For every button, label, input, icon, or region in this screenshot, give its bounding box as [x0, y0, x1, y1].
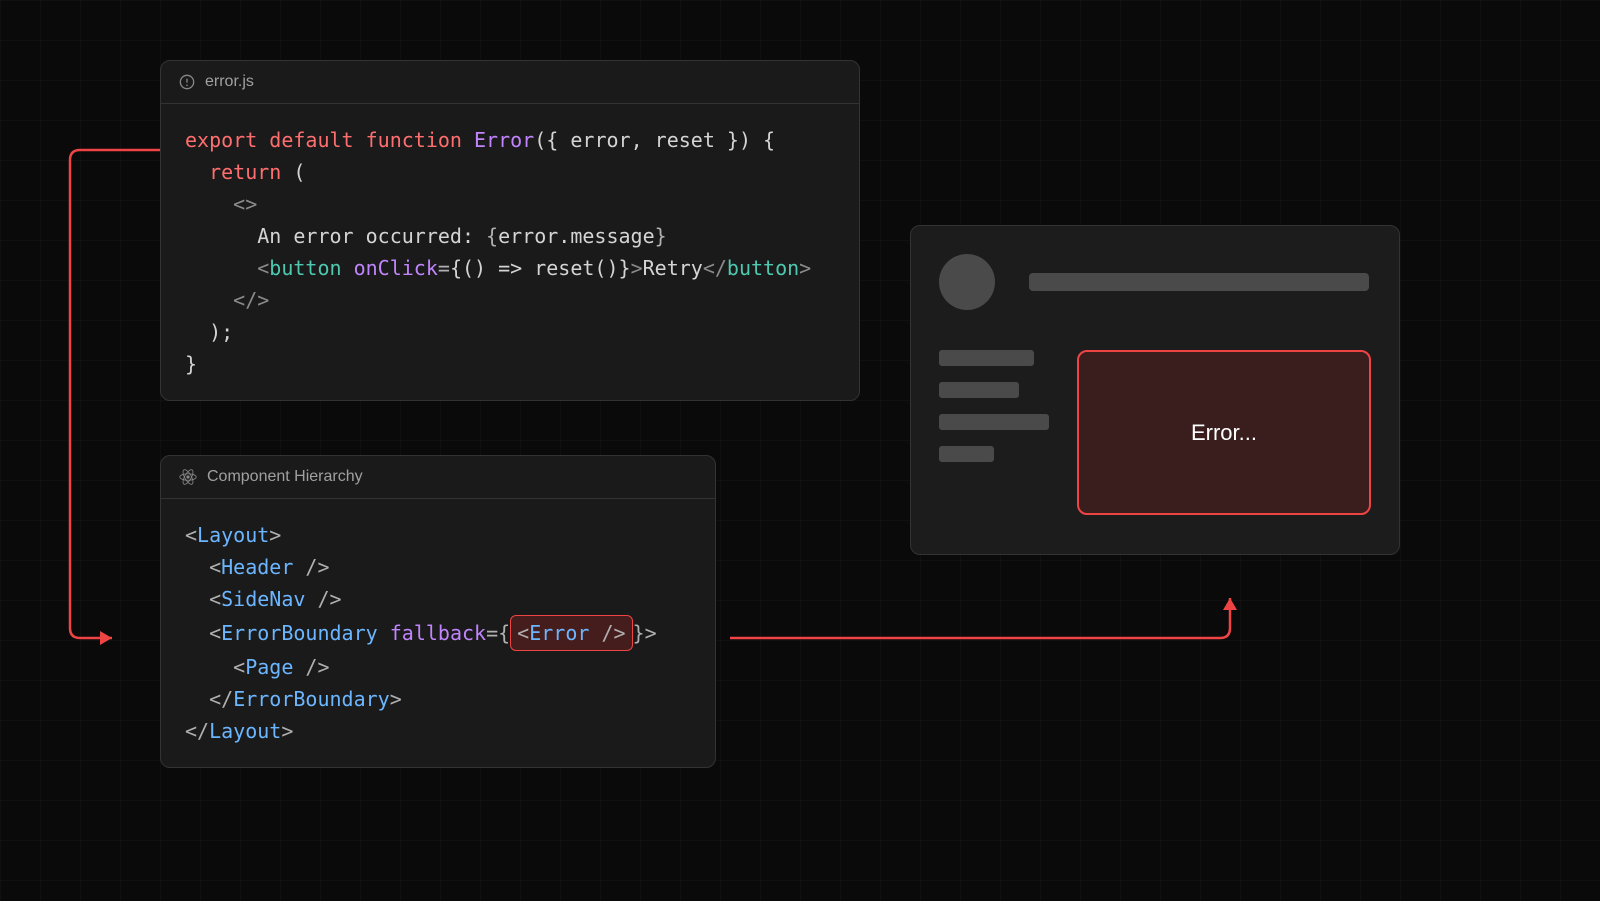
- code-panel: error.js export default function Error({…: [160, 60, 860, 401]
- avatar-placeholder: [939, 254, 995, 310]
- browser-layout-row: Error...: [939, 350, 1371, 515]
- title-placeholder: [1029, 273, 1369, 291]
- sidenav-placeholder: [939, 350, 1049, 515]
- nav-item: [939, 350, 1034, 366]
- warning-icon: [179, 74, 195, 90]
- browser-mock: Error...: [910, 225, 1400, 555]
- error-label: Error...: [1191, 420, 1257, 446]
- error-region: Error...: [1077, 350, 1371, 515]
- hierarchy-body: <Layout> <Header /> <SideNav /> <ErrorBo…: [161, 499, 715, 767]
- browser-body: Error...: [911, 226, 1399, 543]
- nav-item: [939, 446, 994, 462]
- hierarchy-title: Component Hierarchy: [207, 468, 363, 486]
- code-body: export default function Error({ error, r…: [161, 104, 859, 400]
- nav-item: [939, 382, 1019, 398]
- hierarchy-header: Component Hierarchy: [161, 456, 715, 499]
- code-filename: error.js: [205, 73, 254, 91]
- hierarchy-panel: Component Hierarchy <Layout> <Header /> …: [160, 455, 716, 768]
- code-panel-header: error.js: [161, 61, 859, 104]
- error-fallback-chip: <Error />: [510, 615, 632, 651]
- nav-item: [939, 414, 1049, 430]
- browser-header-row: [939, 254, 1371, 310]
- react-icon: [179, 468, 197, 486]
